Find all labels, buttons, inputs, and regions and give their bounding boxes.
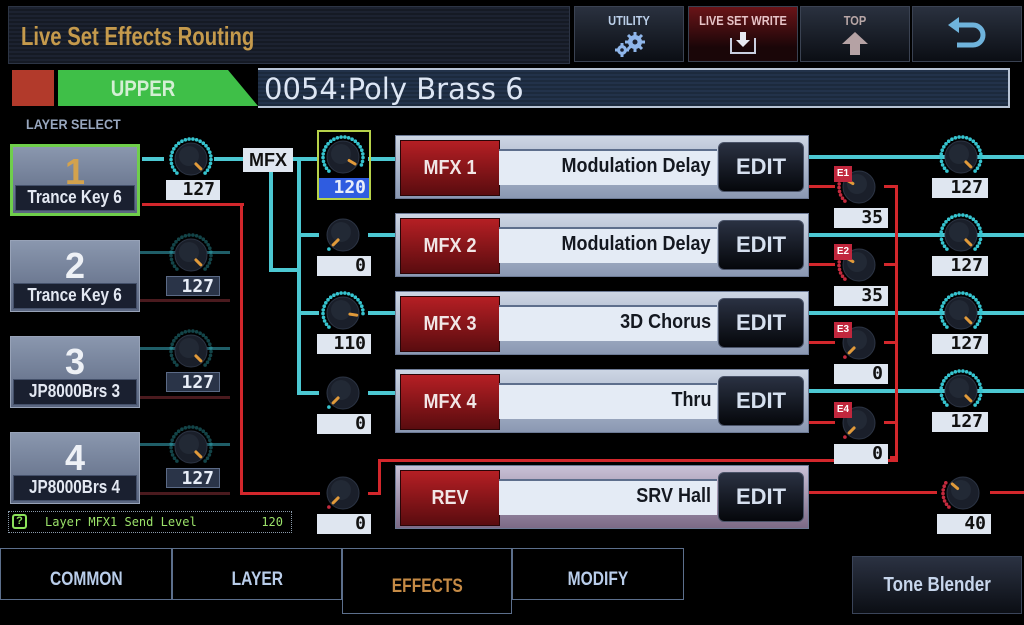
selected-knob-frame <box>317 130 371 200</box>
back-arrow-icon <box>948 17 986 48</box>
tab-layer[interactable]: LAYER <box>172 548 342 600</box>
effect-tag-button[interactable]: MFX 3 <box>400 296 500 352</box>
layer-tone-name: Trance Key 6 <box>13 283 137 309</box>
utility-button[interactable]: UTILITY <box>574 6 684 62</box>
tab-modify[interactable]: MODIFY <box>512 548 684 600</box>
layer-2-button[interactable]: 2 Trance Key 6 <box>10 240 140 312</box>
layer-1-level-knob-value: 127 <box>166 180 220 200</box>
edit-button[interactable]: EDIT <box>718 142 804 192</box>
effect-tag-button[interactable]: MFX 1 <box>400 140 500 196</box>
effect-type-field[interactable]: Modulation Delay <box>499 227 717 263</box>
reverb-send-tag: E2 <box>834 244 852 260</box>
part-label: UPPER <box>110 76 176 101</box>
part-color-indicator <box>12 70 54 106</box>
back-button[interactable] <box>912 6 1022 62</box>
help-icon[interactable]: ? <box>12 514 27 529</box>
mfx-1-output-knob-value: 127 <box>932 178 988 198</box>
page-title: Live Set Effects Routing <box>21 21 255 51</box>
help-message: Layer MFX1 Send Level <box>45 515 197 529</box>
reverb-send-tag: E1 <box>834 166 852 182</box>
top-button[interactable]: TOP <box>800 6 910 62</box>
mfx-3-row: MFX 3 3D Chorus EDIT <box>395 291 809 355</box>
live-set-write-button[interactable]: LIVE SET WRITE <box>688 6 798 62</box>
title-bar: Live Set Effects Routing <box>8 6 570 64</box>
tone-blender-button[interactable]: Tone Blender <box>852 556 1022 614</box>
arrow-up-icon <box>842 32 868 55</box>
mfx-4-output-knob-value: 127 <box>932 412 988 432</box>
mfx-4-send-knob-value: 0 <box>317 414 371 434</box>
mfx-3-send-knob-value: 110 <box>317 334 371 354</box>
patch-name-display[interactable]: 0054:Poly Brass 6 <box>258 68 1010 108</box>
layer-tone-name: Trance Key 6 <box>15 185 135 211</box>
layer-number: 3 <box>64 341 86 382</box>
layer-number: 2 <box>64 245 86 286</box>
effect-type-field[interactable]: 3D Chorus <box>499 305 717 341</box>
layer-reverb-send-knob-value: 0 <box>317 514 371 534</box>
effect-type-field[interactable]: Thru <box>499 383 717 419</box>
edit-button[interactable]: EDIT <box>718 376 804 426</box>
help-bar: ? Layer MFX1 Send Level 120 <box>8 511 292 533</box>
tab-common[interactable]: COMMON <box>0 548 172 600</box>
effect-tag-button[interactable]: MFX 2 <box>400 218 500 274</box>
mfx-2-reverb-send-knob-value: 35 <box>834 286 888 306</box>
mfx-1-row: MFX 1 Modulation Delay EDIT <box>395 135 809 199</box>
patch-name: 0054:Poly Brass 6 <box>264 72 524 106</box>
reverb-row: REV SRV Hall EDIT <box>395 465 809 529</box>
mfx-4-row: MFX 4 Thru EDIT <box>395 369 809 433</box>
tab-effects[interactable]: EFFECTS <box>342 548 512 614</box>
reverb-send-tag: E4 <box>834 402 852 418</box>
mfx-2-row: MFX 2 Modulation Delay EDIT <box>395 213 809 277</box>
top-label: TOP <box>843 13 867 28</box>
effect-tag-button[interactable]: REV <box>400 470 500 526</box>
layer-tone-name: JP8000Brs 4 <box>13 475 137 501</box>
effect-type-field[interactable]: SRV Hall <box>499 479 717 515</box>
effect-type-field[interactable]: Modulation Delay <box>499 149 717 185</box>
layer-tone-name: JP8000Brs 3 <box>13 379 137 405</box>
layer-3-button[interactable]: 3 JP8000Brs 3 <box>10 336 140 408</box>
mfx-4-reverb-send-knob-value: 0 <box>834 444 888 464</box>
mfx-1-reverb-send-knob-value: 35 <box>834 208 888 228</box>
mfx-3-output-knob-value: 127 <box>932 334 988 354</box>
utility-label: UTILITY <box>608 13 650 28</box>
gear-icon <box>615 32 645 57</box>
layer-4-level-knob-value: 127 <box>166 468 220 489</box>
layer-2-level-knob-value: 127 <box>166 276 220 297</box>
mfx-2-output-knob-value: 127 <box>932 256 988 276</box>
edit-button[interactable]: EDIT <box>718 220 804 270</box>
help-value: 120 <box>261 515 283 529</box>
reverb-output-knob-value: 40 <box>937 514 991 534</box>
mfx-label: MFX <box>243 148 293 172</box>
mfx-2-send-knob-value: 0 <box>317 256 371 276</box>
write-download-icon <box>730 32 756 54</box>
layer-select-heading: LAYER SELECT <box>26 116 121 132</box>
layer-4-button[interactable]: 4 JP8000Brs 4 <box>10 432 140 504</box>
mfx-3-reverb-send-knob-value: 0 <box>834 364 888 384</box>
reverb-send-tag: E3 <box>834 322 852 338</box>
part-selector-upper[interactable]: UPPER <box>58 70 258 106</box>
layer-3-level-knob-value: 127 <box>166 372 220 393</box>
edit-button[interactable]: EDIT <box>718 472 804 522</box>
layer-number: 4 <box>64 437 86 478</box>
layer-1-button[interactable]: 1 Trance Key 6 <box>10 144 140 216</box>
live-set-write-label: LIVE SET WRITE <box>699 13 787 28</box>
effect-tag-button[interactable]: MFX 4 <box>400 374 500 430</box>
edit-button[interactable]: EDIT <box>718 298 804 348</box>
